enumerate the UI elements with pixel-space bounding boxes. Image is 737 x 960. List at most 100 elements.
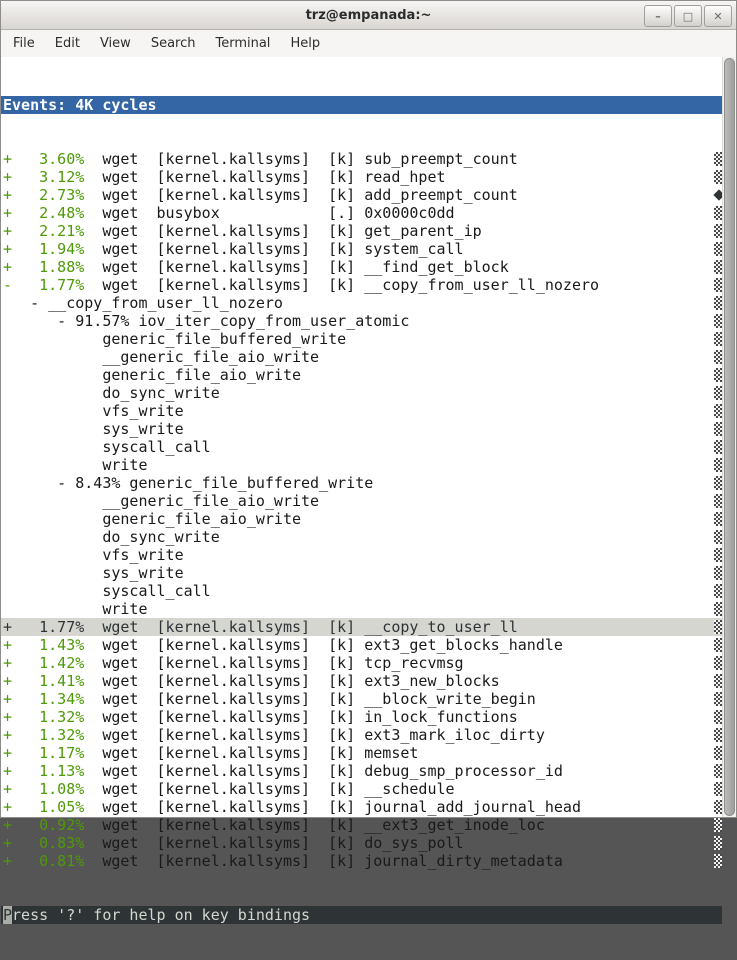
row-text: wget [kernel.kallsyms] [k] ext3_get_bloc… bbox=[84, 636, 563, 654]
scrollbar-dither-icon bbox=[714, 386, 722, 400]
terminal-window: trz@empanada:~ – □ ✕ File Edit View Search T… bbox=[0, 0, 737, 818]
row-percent: + 1.13% bbox=[3, 762, 84, 780]
row-percent: + 0.81% bbox=[3, 852, 84, 870]
scrollbar-dither-icon bbox=[714, 278, 722, 292]
perf-row[interactable]: + 1.43% wget [kernel.kallsyms] [k] ext3_… bbox=[1, 636, 722, 654]
close-icon: ✕ bbox=[713, 11, 722, 22]
scrollbar-dither-icon bbox=[714, 530, 722, 544]
menu-item-help[interactable]: Help bbox=[288, 34, 322, 53]
perf-row[interactable]: + 1.17% wget [kernel.kallsyms] [k] memse… bbox=[1, 744, 722, 762]
perf-row[interactable]: syscall_call bbox=[1, 582, 722, 600]
row-text: sys_write bbox=[3, 420, 184, 438]
row-percent: + 3.12% bbox=[3, 168, 84, 186]
perf-row[interactable]: + 0.92% wget [kernel.kallsyms] [k] __ext… bbox=[1, 816, 722, 834]
row-text: syscall_call bbox=[3, 582, 211, 600]
scrollbar-dither-icon bbox=[714, 170, 722, 184]
scrollbar-dither-icon bbox=[714, 584, 722, 598]
perf-row[interactable]: generic_file_aio_write bbox=[1, 510, 722, 528]
menu-item-edit[interactable]: Edit bbox=[53, 34, 82, 53]
perf-row[interactable]: + 1.94% wget [kernel.kallsyms] [k] syste… bbox=[1, 240, 722, 258]
perf-row[interactable]: - __copy_from_user_ll_nozero bbox=[1, 294, 722, 312]
perf-row[interactable]: __generic_file_aio_write bbox=[1, 348, 722, 366]
perf-row[interactable]: + 1.08% wget [kernel.kallsyms] [k] __sch… bbox=[1, 780, 722, 798]
row-percent: + 1.32% bbox=[3, 708, 84, 726]
maximize-button[interactable]: □ bbox=[674, 5, 702, 27]
row-text: - __copy_from_user_ll_nozero bbox=[3, 294, 283, 312]
perf-row[interactable]: + 3.60% wget [kernel.kallsyms] [k] sub_p… bbox=[1, 150, 722, 168]
diamond-icon bbox=[713, 189, 722, 200]
perf-row[interactable]: do_sync_write bbox=[1, 528, 722, 546]
perf-row[interactable]: + 1.34% wget [kernel.kallsyms] [k] __blo… bbox=[1, 690, 722, 708]
scrollbar-dither-icon bbox=[714, 782, 722, 796]
scrollbar-thumb[interactable] bbox=[724, 58, 735, 816]
perf-row[interactable]: sys_write bbox=[1, 420, 722, 438]
minimize-button[interactable]: – bbox=[644, 5, 672, 27]
scrollbar-dither-icon bbox=[714, 566, 722, 580]
row-percent: + 1.05% bbox=[3, 798, 84, 816]
perf-row[interactable]: write bbox=[1, 600, 722, 618]
row-percent: + 2.21% bbox=[3, 222, 84, 240]
perf-row[interactable]: + 0.81% wget [kernel.kallsyms] [k] journ… bbox=[1, 852, 722, 870]
perf-row[interactable]: + 1.42% wget [kernel.kallsyms] [k] tcp_r… bbox=[1, 654, 722, 672]
perf-row[interactable]: + 1.88% wget [kernel.kallsyms] [k] __fin… bbox=[1, 258, 722, 276]
scrollbar-dither-icon bbox=[714, 674, 722, 688]
perf-row[interactable]: vfs_write bbox=[1, 402, 722, 420]
perf-row[interactable]: write bbox=[1, 456, 722, 474]
row-text: vfs_write bbox=[3, 546, 184, 564]
row-text: wget [kernel.kallsyms] [k] __schedule bbox=[84, 780, 454, 798]
window-titlebar[interactable]: trz@empanada:~ – □ ✕ bbox=[1, 1, 736, 30]
row-text: vfs_write bbox=[3, 402, 184, 420]
menu-item-search[interactable]: Search bbox=[149, 34, 198, 53]
row-text: - 8.43% generic_file_buffered_write bbox=[3, 474, 373, 492]
perf-row[interactable]: __generic_file_aio_write bbox=[1, 492, 722, 510]
perf-row[interactable]: + 3.12% wget [kernel.kallsyms] [k] read_… bbox=[1, 168, 722, 186]
perf-row[interactable]: generic_file_buffered_write bbox=[1, 330, 722, 348]
perf-row[interactable]: + 2.48% wget busybox [.] 0x0000c0dd bbox=[1, 204, 722, 222]
perf-row[interactable]: sys_write bbox=[1, 564, 722, 582]
perf-row[interactable]: + 2.73% wget [kernel.kallsyms] [k] add_p… bbox=[1, 186, 722, 204]
row-text: do_sync_write bbox=[3, 528, 220, 546]
scrollbar-dither-icon bbox=[714, 692, 722, 706]
perf-row[interactable]: + 0.83% wget [kernel.kallsyms] [k] do_sy… bbox=[1, 834, 722, 852]
menu-item-view[interactable]: View bbox=[98, 34, 133, 53]
scrollbar-dither-icon bbox=[714, 152, 722, 166]
row-text: wget busybox [.] 0x0000c0dd bbox=[84, 204, 454, 222]
perf-row[interactable]: + 2.21% wget [kernel.kallsyms] [k] get_p… bbox=[1, 222, 722, 240]
perf-row-selected[interactable]: + 1.77% wget [kernel.kallsyms] [k] __cop… bbox=[1, 618, 722, 636]
perf-row[interactable]: - 1.77% wget [kernel.kallsyms] [k] __cop… bbox=[1, 276, 722, 294]
perf-row[interactable]: vfs_write bbox=[1, 546, 722, 564]
scrollbar-dither-icon bbox=[714, 800, 722, 814]
row-text: write bbox=[3, 600, 148, 618]
row-percent: + 1.41% bbox=[3, 672, 84, 690]
row-percent: + 1.42% bbox=[3, 654, 84, 672]
row-percent: + 2.48% bbox=[3, 204, 84, 222]
status-bar: Press '?' for help on key bindings bbox=[1, 906, 722, 924]
row-text: wget [kernel.kallsyms] [k] __ext3_get_in… bbox=[84, 816, 545, 834]
perf-row[interactable]: + 1.05% wget [kernel.kallsyms] [k] journ… bbox=[1, 798, 722, 816]
scrollbar-dither-icon bbox=[714, 656, 722, 670]
maximize-icon: □ bbox=[683, 11, 693, 22]
perf-row[interactable]: + 1.32% wget [kernel.kallsyms] [k] in_lo… bbox=[1, 708, 722, 726]
perf-row[interactable]: - 8.43% generic_file_buffered_write bbox=[1, 474, 722, 492]
perf-row[interactable]: - 91.57% iov_iter_copy_from_user_atomic bbox=[1, 312, 722, 330]
perf-row[interactable]: + 1.32% wget [kernel.kallsyms] [k] ext3_… bbox=[1, 726, 722, 744]
menubar: File Edit View Search Terminal Help bbox=[1, 30, 736, 57]
menu-item-terminal[interactable]: Terminal bbox=[213, 34, 272, 53]
scrollbar-dither-icon bbox=[714, 494, 722, 508]
perf-row[interactable]: + 1.41% wget [kernel.kallsyms] [k] ext3_… bbox=[1, 672, 722, 690]
row-text: do_sync_write bbox=[3, 384, 220, 402]
scrollbar-dither-icon bbox=[714, 206, 722, 220]
perf-row[interactable]: generic_file_aio_write bbox=[1, 366, 722, 384]
row-text: syscall_call bbox=[3, 438, 211, 456]
close-button[interactable]: ✕ bbox=[704, 5, 732, 27]
scrollbar-dither-icon bbox=[714, 422, 722, 436]
window-controls: – □ ✕ bbox=[644, 5, 732, 27]
perf-row[interactable]: syscall_call bbox=[1, 438, 722, 456]
window-title: trz@empanada:~ bbox=[306, 8, 432, 23]
scrollbar-dither-icon bbox=[714, 224, 722, 238]
perf-row[interactable]: do_sync_write bbox=[1, 384, 722, 402]
perf-row[interactable]: + 1.13% wget [kernel.kallsyms] [k] debug… bbox=[1, 762, 722, 780]
menu-item-file[interactable]: File bbox=[11, 34, 37, 53]
row-text: wget [kernel.kallsyms] [k] journal_add_j… bbox=[84, 798, 581, 816]
terminal-scrollbar[interactable] bbox=[722, 57, 736, 817]
